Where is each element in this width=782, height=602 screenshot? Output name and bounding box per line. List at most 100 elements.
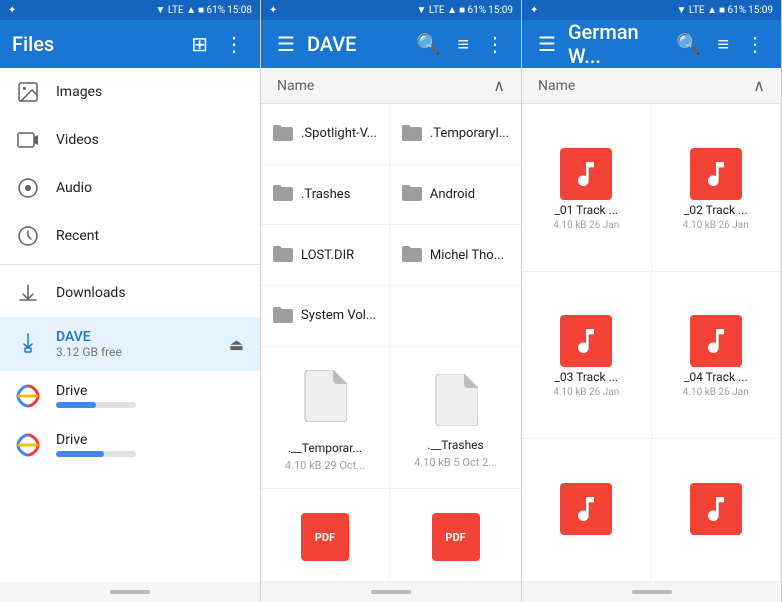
- music-tile-track02[interactable]: _02 Track ... 4.10 kB 26 Jan: [652, 104, 782, 272]
- folder-icon-3: [273, 182, 293, 206]
- track02-meta: 4.10 kB 26 Jan: [683, 220, 749, 231]
- sort-header-panel3[interactable]: Name ∧: [522, 68, 781, 104]
- drive2-storage-bar: [56, 451, 136, 457]
- more-options-icon-p2[interactable]: ⋮: [481, 28, 509, 60]
- drive1-label: Drive: [56, 383, 136, 399]
- music-tile-track01[interactable]: _01 Track ... 4.10 kB 26 Jan: [522, 104, 652, 272]
- file-tile-trashes[interactable]: .__Trashes 4.10 kB 5 Oct 2...: [390, 347, 521, 490]
- track03-meta: 4.10 kB 26 Jan: [553, 387, 619, 398]
- images-icon: [16, 80, 40, 104]
- generic-file-icon-2: [434, 374, 478, 430]
- sidebar-item-downloads[interactable]: Downloads: [0, 269, 260, 317]
- status-right-p3: ▼ LTE ▲ ■ 61% 15:09: [677, 5, 773, 16]
- sidebar-item-recent[interactable]: Recent: [0, 212, 260, 260]
- sidebar-item-images[interactable]: Images: [0, 68, 260, 116]
- music-icon-4: [690, 315, 742, 367]
- search-icon[interactable]: 🔍: [412, 28, 445, 60]
- sidebar-body: Images Videos Audio Recent: [0, 68, 260, 582]
- sidebar-panel: ✦ ▼ LTE ▲ ■ 61% 15:08 Files ⊞ ⋮ Images V…: [0, 0, 261, 602]
- status-right: ▼ LTE ▲ ■ 61% 15:08: [156, 5, 252, 16]
- eject-icon[interactable]: ⏏: [229, 335, 244, 354]
- sidebar-item-videos[interactable]: Videos: [0, 116, 260, 164]
- pdf-icon-1: PDF: [301, 513, 349, 561]
- status-network-p3: ▼ LTE ▲: [677, 5, 717, 16]
- folder-michel[interactable]: Michel Tho...: [390, 225, 521, 286]
- music-tile-track05[interactable]: [522, 439, 652, 582]
- status-network: ▼ LTE ▲: [156, 5, 196, 16]
- files-title: Files: [12, 32, 179, 56]
- folder-systemvol[interactable]: System Vol...: [261, 286, 390, 347]
- dave-file-grid: .Spotlight-V... .TemporaryI... .Trashes …: [261, 104, 521, 582]
- sidebar-item-drive1[interactable]: Drive: [0, 371, 260, 420]
- recent-label: Recent: [56, 228, 244, 244]
- audio-icon: [16, 176, 40, 200]
- hamburger-icon-p3[interactable]: ☰: [534, 28, 560, 60]
- drive1-storage-bar: [56, 402, 136, 408]
- search-icon-p3[interactable]: 🔍: [672, 28, 705, 60]
- status-right-p2: ▼ LTE ▲ ■ 61% 15:09: [417, 5, 513, 16]
- folder-android[interactable]: Android: [390, 165, 521, 226]
- drive2-label: Drive: [56, 432, 136, 448]
- grid-view-icon[interactable]: ⊞: [187, 28, 212, 60]
- hamburger-icon[interactable]: ☰: [273, 28, 299, 60]
- folder-icon-6: [402, 243, 422, 267]
- downloads-label: Downloads: [56, 285, 244, 301]
- sidebar-item-audio[interactable]: Audio: [0, 164, 260, 212]
- folder-lostdir[interactable]: LOST.DIR: [261, 225, 390, 286]
- file-tile-pdf1[interactable]: PDF: [261, 489, 390, 582]
- drive1-icon: [16, 384, 40, 408]
- list-view-icon[interactable]: ≡: [453, 28, 473, 61]
- file-tile-pdf2[interactable]: PDF: [390, 489, 521, 582]
- audio-label: Audio: [56, 180, 244, 196]
- pdf-icon-2: PDF: [432, 513, 480, 561]
- sidebar-divider: [0, 264, 260, 265]
- music-tile-track03[interactable]: _03 Track ... 4.10 kB 26 Jan: [522, 272, 652, 440]
- videos-icon: [16, 128, 40, 152]
- music-icon-3: [560, 315, 612, 367]
- german-panel: ✦ ▼ LTE ▲ ■ 61% 15:09 ☰ German W... 🔍 ≡ …: [522, 0, 782, 602]
- status-battery-p3: ■ 61%: [719, 5, 746, 16]
- sort-label: Name: [277, 78, 493, 94]
- folder-trashes[interactable]: .Trashes: [261, 165, 390, 226]
- track04-meta: 4.10 kB 26 Jan: [683, 387, 749, 398]
- music-icon-5: [560, 483, 612, 535]
- status-bar-panel1: ✦ ▼ LTE ▲ ■ 61% 15:08: [0, 0, 260, 20]
- status-battery-p2: ■ 61%: [459, 5, 486, 16]
- folder-lostdir-name: LOST.DIR: [301, 248, 354, 263]
- files-top-bar: Files ⊞ ⋮: [0, 20, 260, 68]
- folder-systemvol-name: System Vol...: [301, 308, 376, 323]
- more-options-icon[interactable]: ⋮: [220, 28, 248, 60]
- status-network-p2: ▼ LTE ▲: [417, 5, 457, 16]
- folder-icon-7: [273, 304, 293, 328]
- folder-spotlight[interactable]: .Spotlight-V...: [261, 104, 390, 165]
- sidebar-item-dave[interactable]: DAVE 3.12 GB free ⏏: [0, 317, 260, 371]
- german-file-grid: _01 Track ... 4.10 kB 26 Jan _02 Track .…: [522, 104, 781, 582]
- status-battery: ■ 61%: [198, 5, 225, 16]
- folder-icon: [273, 122, 293, 146]
- bottom-bar-panel3: [522, 582, 781, 602]
- sort-header-panel2[interactable]: Name ∧: [261, 68, 521, 104]
- music-tile-track04[interactable]: _04 Track ... 4.10 kB 26 Jan: [652, 272, 782, 440]
- videos-label: Videos: [56, 132, 244, 148]
- folder-temporaryl[interactable]: .TemporaryI...: [390, 104, 521, 165]
- german-top-bar: ☰ German W... 🔍 ≡ ⋮: [522, 20, 781, 68]
- sort-arrow-p3: ∧: [753, 76, 765, 95]
- folder-temporaryl-name: .TemporaryI...: [430, 126, 509, 141]
- empty-cell: [390, 286, 521, 347]
- status-signal-p3: ✦: [530, 5, 538, 16]
- music-icon-2: [690, 148, 742, 200]
- dave-panel: ✦ ▼ LTE ▲ ■ 61% 15:09 ☰ DAVE 🔍 ≡ ⋮ Name …: [261, 0, 522, 602]
- track01-name: _01 Track ...: [526, 203, 647, 217]
- file-tile-temp[interactable]: .__Temporar... 4.10 kB 29 Oct...: [261, 347, 390, 490]
- downloads-icon: [16, 281, 40, 305]
- sort-label-p3: Name: [538, 78, 753, 94]
- status-time-p2: 15:09: [488, 5, 513, 16]
- sidebar-item-drive2[interactable]: Drive: [0, 420, 260, 469]
- more-options-icon-p3[interactable]: ⋮: [741, 28, 769, 60]
- status-bar-panel2: ✦ ▼ LTE ▲ ■ 61% 15:09: [261, 0, 521, 20]
- dave-title: DAVE: [307, 32, 404, 56]
- music-tile-track06[interactable]: [652, 439, 782, 582]
- status-bar-panel3: ✦ ▼ LTE ▲ ■ 61% 15:09: [522, 0, 781, 20]
- generic-file-icon: [303, 370, 347, 433]
- list-view-icon-p3[interactable]: ≡: [713, 28, 733, 61]
